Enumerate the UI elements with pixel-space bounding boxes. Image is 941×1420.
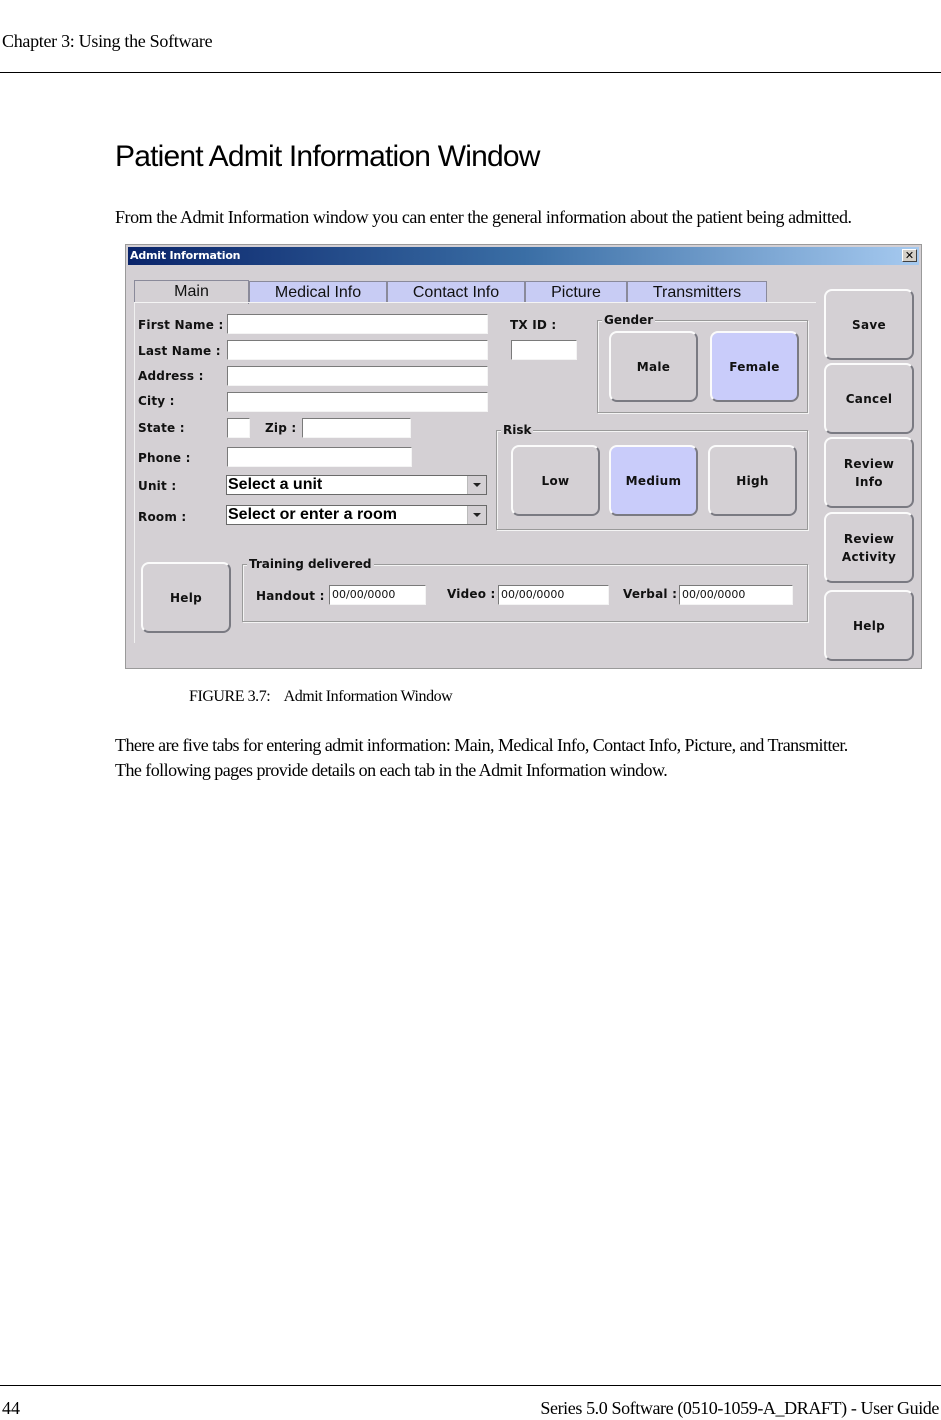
tab-medical-info[interactable]: Medical Info xyxy=(249,281,387,303)
risk-group-title: Risk xyxy=(501,423,534,437)
phone-input[interactable] xyxy=(227,447,412,467)
unit-select-value: Select a unit xyxy=(228,476,323,493)
unit-label: Unit : xyxy=(138,479,177,493)
city-label: City : xyxy=(138,394,175,408)
help-label: Help xyxy=(852,618,886,633)
video-date-input[interactable]: 00/00/0000 xyxy=(498,585,609,605)
verbal-label: Verbal : xyxy=(623,587,678,601)
tx-id-label: TX ID : xyxy=(510,318,557,332)
cancel-button[interactable]: Cancel xyxy=(824,363,914,434)
tab-transmitters[interactable]: Transmitters xyxy=(627,281,767,303)
panel-edge xyxy=(134,303,135,643)
high-label: High xyxy=(736,473,769,488)
document-title: Series 5.0 Software (0510-1059-A_DRAFT) … xyxy=(540,1398,939,1418)
last-name-label: Last Name : xyxy=(138,344,221,358)
header-rule xyxy=(0,72,941,73)
gender-group-title: Gender xyxy=(602,313,656,327)
close-icon: ✕ xyxy=(904,249,915,262)
help-button-right[interactable]: Help xyxy=(824,590,914,661)
review-info-label-2: Info xyxy=(855,474,883,489)
low-label: Low xyxy=(541,473,570,488)
footer-rule xyxy=(0,1385,941,1386)
female-label: Female xyxy=(729,359,780,374)
body-line: The following pages provide details on e… xyxy=(115,760,668,780)
room-select-value: Select or enter a room xyxy=(228,506,397,523)
section-title: Patient Admit Information Window xyxy=(115,140,540,173)
tab-contact-info[interactable]: Contact Info xyxy=(387,281,525,303)
review-activity-button[interactable]: Review Activity xyxy=(824,512,914,583)
tab-picture[interactable]: Picture xyxy=(525,281,627,303)
figure-caption: FIGURE 3.7: Admit Information Window xyxy=(189,688,453,705)
first-name-label: First Name : xyxy=(138,318,224,332)
room-label: Room : xyxy=(138,510,187,524)
review-activity-label-2: Activity xyxy=(841,549,897,564)
close-button[interactable]: ✕ xyxy=(902,249,917,262)
address-label: Address : xyxy=(138,369,204,383)
video-label: Video : xyxy=(447,587,496,601)
risk-high-button[interactable]: High xyxy=(708,445,797,516)
admit-information-window: Admit Information ✕ Main Medical Info Co… xyxy=(125,244,922,669)
window-title: Admit Information xyxy=(130,249,241,262)
zip-input[interactable] xyxy=(302,418,411,438)
risk-low-button[interactable]: Low xyxy=(511,445,600,516)
tx-id-input[interactable] xyxy=(511,340,577,360)
training-group-title: Training delivered xyxy=(247,557,374,571)
unit-select[interactable]: Select a unit xyxy=(226,475,487,495)
save-label: Save xyxy=(852,317,886,332)
review-info-button[interactable]: Review Info xyxy=(824,437,914,508)
gender-male-button[interactable]: Male xyxy=(609,331,698,402)
tab-main[interactable]: Main xyxy=(134,280,249,304)
review-activity-label-1: Review xyxy=(843,531,895,546)
first-name-input[interactable] xyxy=(227,314,488,334)
room-select[interactable]: Select or enter a room xyxy=(226,505,487,525)
state-label: State : xyxy=(138,421,185,435)
tab-strip-line xyxy=(134,302,816,303)
body-line: There are five tabs for entering admit i… xyxy=(115,735,848,755)
last-name-input[interactable] xyxy=(227,340,488,360)
review-info-label-1: Review xyxy=(843,456,895,471)
intro-paragraph: From the Admit Information window you ca… xyxy=(115,207,852,227)
address-input[interactable] xyxy=(227,366,488,386)
city-input[interactable] xyxy=(227,392,488,412)
chevron-down-icon[interactable] xyxy=(467,506,486,524)
phone-label: Phone : xyxy=(138,451,191,465)
running-header: Chapter 3: Using the Software xyxy=(2,31,213,51)
title-bar: Admit Information ✕ xyxy=(128,247,919,265)
gender-female-button[interactable]: Female xyxy=(710,331,799,402)
handout-label: Handout : xyxy=(256,589,325,603)
help-button-left[interactable]: Help xyxy=(141,562,231,633)
verbal-date-input[interactable]: 00/00/0000 xyxy=(679,585,793,605)
help-label: Help xyxy=(169,590,203,605)
cancel-label: Cancel xyxy=(845,391,893,406)
save-button[interactable]: Save xyxy=(824,289,914,360)
zip-label: Zip : xyxy=(265,421,297,435)
male-label: Male xyxy=(636,359,671,374)
risk-medium-button[interactable]: Medium xyxy=(609,445,698,516)
state-input[interactable] xyxy=(227,418,250,438)
page-number: 44 xyxy=(2,1398,20,1418)
chevron-down-icon[interactable] xyxy=(467,476,486,494)
body-paragraph: There are five tabs for entering admit i… xyxy=(115,733,941,783)
handout-date-input[interactable]: 00/00/0000 xyxy=(329,585,426,605)
medium-label: Medium xyxy=(625,473,682,488)
